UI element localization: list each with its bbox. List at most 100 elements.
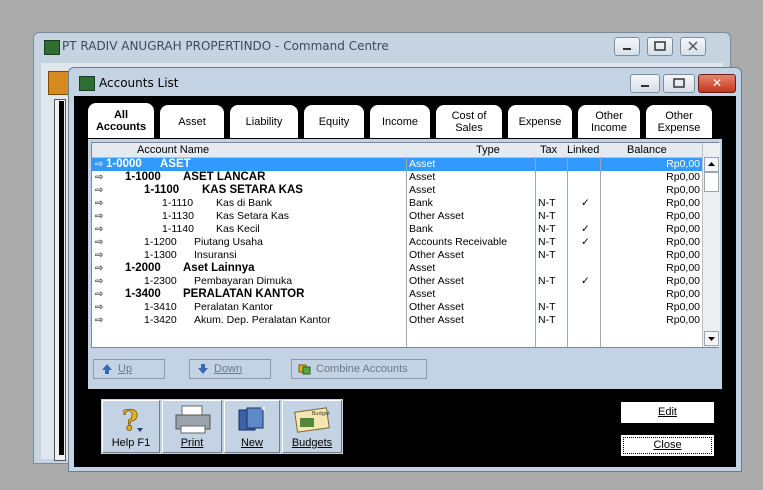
close-button[interactable] <box>680 37 706 56</box>
account-type: Other Asset <box>409 210 464 222</box>
row-arrow-icon[interactable]: ⇨ <box>95 288 107 301</box>
scroll-thumb[interactable] <box>704 172 719 192</box>
column-header-type[interactable]: Type <box>476 144 500 156</box>
column-header-account-name[interactable]: Account Name <box>137 144 209 156</box>
table-row[interactable]: ⇨ 1-2300 Pembayaran Dimuka Other Asset N-T ✓ R… <box>92 275 702 288</box>
column-divider <box>567 157 568 347</box>
account-type: Asset <box>409 288 436 300</box>
account-number: 1-1100 <box>144 184 180 196</box>
table-row[interactable]: ⇨ 1-1200 Piutang Usaha Accounts Receivable N… <box>92 236 702 249</box>
scroll-up-button[interactable] <box>704 157 719 172</box>
table-row[interactable]: ⇨ 1-1300 Insuransi Other Asset N-T Rp0,00 <box>92 249 702 262</box>
account-balance: Rp0,00 <box>666 171 700 183</box>
column-header-tax[interactable]: Tax <box>540 144 557 156</box>
account-name: Piutang Usaha <box>194 236 263 248</box>
tab-other-income[interactable]: Other Income <box>577 104 641 138</box>
row-arrow-icon[interactable]: ⇨ <box>95 262 107 275</box>
table-row[interactable]: ⇨ 1-1000 ASET LANCAR Asset Rp0,00 <box>92 171 702 184</box>
account-number: 1-2300 <box>144 275 177 287</box>
tab-income[interactable]: Income <box>369 104 431 138</box>
combine-accounts-button[interactable]: Combine Accounts <box>291 359 427 379</box>
tax-code: N-T <box>538 223 556 235</box>
column-header-balance[interactable]: Balance <box>627 144 667 156</box>
account-name: Pembayaran Dimuka <box>194 275 293 287</box>
vertical-scrollbar[interactable] <box>702 143 720 347</box>
column-header-linked[interactable]: Linked <box>567 144 599 156</box>
accounts-grid[interactable]: Account Name Type Tax Linked Balance ⇨ 1-… <box>91 142 720 348</box>
down-button[interactable]: Down <box>189 359 271 379</box>
close-dialog-button[interactable]: Close <box>620 434 715 457</box>
account-number: 1-1200 <box>144 236 177 248</box>
new-label: New <box>240 437 263 449</box>
help-button[interactable]: ? Help F1 <box>102 400 160 453</box>
account-number: 1-2000 <box>125 262 161 274</box>
tab-equity[interactable]: Equity <box>303 104 365 138</box>
new-button[interactable]: New <box>224 400 280 453</box>
tab-asset[interactable]: Asset <box>159 104 225 138</box>
combine-label: Combine Accounts <box>316 363 408 375</box>
account-type: Bank <box>409 223 433 235</box>
budgets-button[interactable]: Budget Budgets <box>282 400 342 453</box>
table-row[interactable]: ⇨ 1-1110 Kas di Bank Bank N-T ✓ Rp0,00 <box>92 197 702 210</box>
table-row[interactable]: ⇨ 1-3420 Akum. Dep. Peralatan Kantor Other … <box>92 314 702 327</box>
row-arrow-icon[interactable]: ⇨ <box>95 197 107 210</box>
maximize-button[interactable] <box>647 37 673 56</box>
account-balance: Rp0,00 <box>666 236 700 248</box>
tab-other-expense[interactable]: Other Expense <box>645 104 713 138</box>
account-balance: Rp0,00 <box>666 275 700 287</box>
account-name: Peralatan Kantor <box>194 301 273 313</box>
account-name: Kas Setara Kas <box>216 210 289 222</box>
row-arrow-icon[interactable]: ⇨ <box>95 275 107 288</box>
account-number: 1-1140 <box>162 223 194 235</box>
table-row[interactable]: ⇨ 1-3400 PERALATAN KANTOR Asset Rp0,00 <box>92 288 702 301</box>
tab-cost-of-sales[interactable]: Cost of Sales <box>435 104 503 138</box>
table-row[interactable]: ⇨ 1-1130 Kas Setara Kas Other Asset N-T Rp0,0… <box>92 210 702 223</box>
tax-code: N-T <box>538 249 556 261</box>
scroll-down-button[interactable] <box>704 331 719 346</box>
row-arrow-icon[interactable]: ⇨ <box>95 301 107 314</box>
row-arrow-icon[interactable]: ⇨ <box>95 314 107 327</box>
row-arrow-icon[interactable]: ⇨ <box>95 249 107 262</box>
row-arrow-icon[interactable]: ⇨ <box>95 236 107 249</box>
account-name: PERALATAN KANTOR <box>183 288 305 300</box>
tab-expense[interactable]: Expense <box>507 104 573 138</box>
account-type: Other Asset <box>409 314 464 326</box>
app-icon <box>44 40 60 55</box>
row-arrow-icon[interactable]: ⇨ <box>95 223 107 236</box>
combine-icon <box>298 364 311 375</box>
printer-icon <box>175 405 211 434</box>
minimize-button[interactable] <box>614 37 640 56</box>
row-arrow-icon[interactable]: ⇨ <box>95 171 107 184</box>
arrow-down-icon <box>198 364 208 374</box>
up-button[interactable]: Up <box>93 359 165 379</box>
table-row[interactable]: ⇨ 1-1140 Kas Kecil Bank N-T ✓ Rp0,00 <box>92 223 702 236</box>
minimize-button[interactable] <box>630 74 660 93</box>
row-arrow-icon[interactable]: ⇨ <box>95 210 107 223</box>
table-row[interactable]: ⇨ 1-3410 Peralatan Kantor Other Asset N-T Rp0… <box>92 301 702 314</box>
linked-check-icon: ✓ <box>581 275 590 287</box>
account-type: Asset <box>409 262 436 274</box>
account-name: Kas di Bank <box>216 197 273 209</box>
row-arrow-icon[interactable]: ⇨ <box>95 184 107 197</box>
account-name: KAS SETARA KAS <box>202 184 303 196</box>
tab-liability[interactable]: Liability <box>229 104 299 138</box>
account-name: Kas Kecil <box>216 223 260 235</box>
table-row[interactable]: ⇨ 1-1100 KAS SETARA KAS Asset Rp0,00 <box>92 184 702 197</box>
account-number: 1-1130 <box>162 210 194 222</box>
table-row[interactable]: ⇨ 1-2000 Aset Lainnya Asset Rp0,00 <box>92 262 702 275</box>
tab-label: Expense <box>657 121 701 134</box>
budgets-icon: Budget <box>294 407 330 433</box>
minimize-icon <box>641 85 649 87</box>
close-icon <box>688 41 698 51</box>
tab-label: Asset <box>178 115 206 128</box>
tab-all-accounts[interactable]: All Accounts <box>87 102 155 138</box>
close-button[interactable]: ✕ <box>698 74 736 93</box>
account-number: 1-1000 <box>125 171 161 183</box>
account-balance: Rp0,00 <box>666 288 700 300</box>
maximize-button[interactable] <box>663 74 695 93</box>
edit-button[interactable]: Edit <box>620 401 715 424</box>
print-button[interactable]: Print <box>162 400 222 453</box>
account-type: Other Asset <box>409 249 464 261</box>
new-account-icon <box>238 406 265 431</box>
table-row[interactable]: ⇨ 1-0000 ASET Asset Rp0,00 <box>92 158 702 171</box>
